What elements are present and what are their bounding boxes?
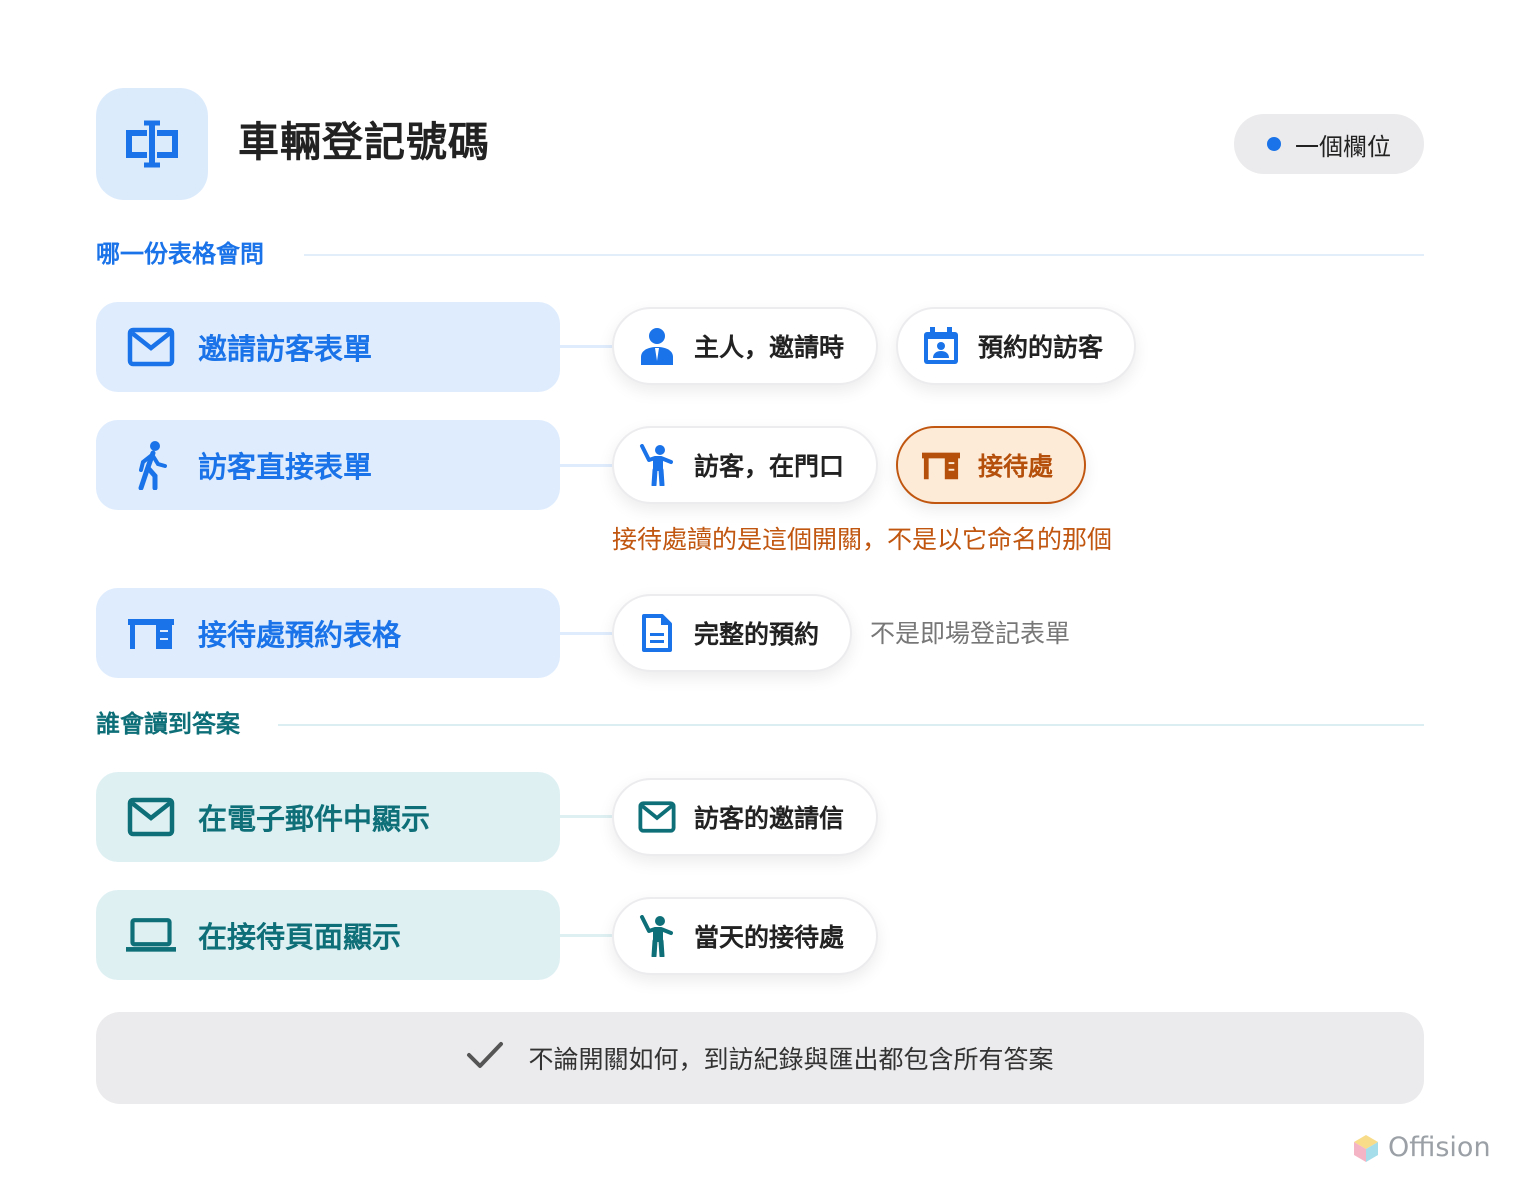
chip-label: 訪客，在門口 <box>694 452 845 481</box>
laptop-icon <box>126 910 176 960</box>
reception-desk-icon <box>126 608 176 658</box>
mail-icon <box>126 792 176 842</box>
walking-person-icon <box>126 440 176 490</box>
reception-toggle-note: 接待處讀的是這個開關，不是以它命名的那個 <box>612 525 1113 554</box>
form-invite-visitor: 邀請訪客表單 <box>96 302 560 392</box>
connector-line <box>558 345 618 348</box>
form-label: 接待處預約表格 <box>198 618 402 652</box>
chip-label: 訪客的邀請信 <box>694 804 845 833</box>
reception-desk-icon <box>922 443 960 487</box>
chip-label: 預約的訪客 <box>978 333 1104 362</box>
field-count-badge: 一個欄位 <box>1234 114 1424 174</box>
reader-chip-full-booking: 完整的預約 <box>612 594 852 672</box>
reader-chip-reception: 接待處 <box>896 426 1086 504</box>
footer-text: 不論開關如何，到訪紀錄與匯出都包含所有答案 <box>528 1045 1054 1074</box>
form-direct-visitor: 訪客直接表單 <box>96 420 560 510</box>
brand-name: Offision <box>1388 1132 1491 1163</box>
reader-chip-reception-today: 當天的接待處 <box>612 897 878 975</box>
mail-icon <box>638 795 676 839</box>
footer-note: 不論開關如何，到訪紀錄與匯出都包含所有答案 <box>96 1012 1424 1104</box>
status-dot <box>1267 137 1281 151</box>
form-label: 訪客直接表單 <box>198 450 373 484</box>
chip-label: 接待處 <box>978 452 1054 481</box>
display-in-email: 在電子郵件中顯示 <box>96 772 560 862</box>
reader-chip-host: 主人，邀請時 <box>612 307 878 385</box>
check-icon <box>466 1040 504 1076</box>
display-on-reception-page: 在接待頁面顯示 <box>96 890 560 980</box>
connector-line <box>558 632 618 635</box>
connector-line <box>558 815 618 818</box>
chip-label: 當天的接待處 <box>694 923 845 952</box>
brand-logo: Offision <box>1352 1132 1491 1163</box>
waving-person-icon <box>638 914 676 958</box>
calendar-person-icon <box>922 324 960 368</box>
chip-label: 主人，邀請時 <box>694 333 845 362</box>
mail-icon <box>126 322 176 372</box>
reader-chip-invite-email: 訪客的邀請信 <box>612 778 878 856</box>
reader-chip-booked-visitor: 預約的訪客 <box>896 307 1136 385</box>
section-heading-forms: 哪一份表格會問 <box>96 240 264 268</box>
section-divider <box>304 254 1424 256</box>
form-label: 邀請訪客表單 <box>198 332 373 366</box>
section-divider <box>278 724 1424 726</box>
offision-logo-icon <box>1354 1134 1378 1162</box>
field-type-icon-tile <box>96 88 208 200</box>
display-label: 在電子郵件中顯示 <box>198 802 431 836</box>
page-title: 車輛登記號碼 <box>238 118 490 166</box>
waving-person-icon <box>638 443 676 487</box>
not-walk-in-note: 不是即場登記表單 <box>870 619 1071 648</box>
form-reception-booking: 接待處預約表格 <box>96 588 560 678</box>
chip-label: 完整的預約 <box>694 620 820 649</box>
host-person-icon <box>638 324 676 368</box>
field-count-label: 一個欄位 <box>1295 132 1391 161</box>
display-label: 在接待頁面顯示 <box>198 920 402 954</box>
connector-line <box>558 934 618 937</box>
section-heading-readers: 誰會讀到答案 <box>96 710 240 738</box>
connector-line <box>558 464 618 467</box>
text-field-icon <box>126 120 178 168</box>
document-icon <box>638 611 676 655</box>
reader-chip-visitor-at-door: 訪客，在門口 <box>612 426 878 504</box>
